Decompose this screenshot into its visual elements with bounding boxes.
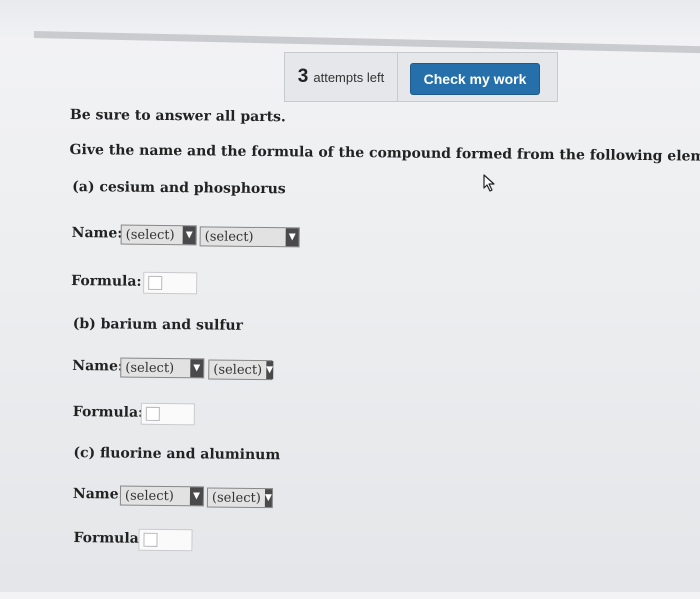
part-a-formula-input[interactable] xyxy=(143,271,198,295)
chevron-down-icon: ▼ xyxy=(285,228,299,247)
formula-cell xyxy=(145,406,160,421)
formula-cell xyxy=(148,275,163,290)
part-a-name-select-2-value: (select) xyxy=(204,228,254,245)
part-c-formula-label: Formula: xyxy=(73,530,145,547)
part-b-formula-label: Formula: xyxy=(72,404,144,421)
part-a-name-select-1[interactable]: (select) ▼ xyxy=(120,224,197,246)
part-b-name-label: Name: xyxy=(72,358,124,375)
chevron-down-icon: ▼ xyxy=(189,487,204,506)
part-c-name-select-2[interactable]: (select) ▼ xyxy=(206,487,274,509)
part-b-name-select-2-value: (select) xyxy=(213,362,263,378)
part-b-formula-input[interactable] xyxy=(140,402,195,426)
part-a-label: (a) cesium and phosphorus xyxy=(72,179,286,198)
instruction-text: Be sure to answer all parts. xyxy=(69,107,286,126)
part-a-name-select-1-value: (select) xyxy=(125,227,175,243)
part-c-name-select-1-value: (select) xyxy=(124,488,174,504)
chevron-down-icon: ▼ xyxy=(182,226,196,245)
part-c-name-select-1[interactable]: (select) ▼ xyxy=(119,485,205,507)
chevron-down-icon: ▼ xyxy=(266,361,274,380)
part-a-name-label: Name: xyxy=(71,225,123,242)
question-content: Be sure to answer all parts. Give the na… xyxy=(0,0,700,599)
part-b-label: (b) barium and sulfur xyxy=(72,316,244,334)
part-b-name-select-1-value: (select) xyxy=(125,360,175,376)
formula-cell xyxy=(143,532,158,547)
mouse-cursor-icon xyxy=(483,174,495,192)
part-c-formula-input[interactable] xyxy=(138,528,193,552)
chevron-down-icon: ▼ xyxy=(190,359,204,378)
chevron-down-icon: ▼ xyxy=(264,489,273,508)
part-c-name-label: Name: xyxy=(72,486,124,503)
part-c-name-select-2-value: (select) xyxy=(211,490,261,506)
part-b-name-select-1[interactable]: (select) ▼ xyxy=(120,357,205,379)
part-a-name-select-2[interactable]: (select) ▼ xyxy=(199,226,300,248)
question-prompt: Give the name and the formula of the com… xyxy=(69,141,700,166)
part-a-formula-label: Formula: xyxy=(71,273,142,290)
part-b-name-select-2[interactable]: (select) ▼ xyxy=(208,359,274,381)
part-c-label: (c) fluorine and aluminum xyxy=(73,445,281,464)
